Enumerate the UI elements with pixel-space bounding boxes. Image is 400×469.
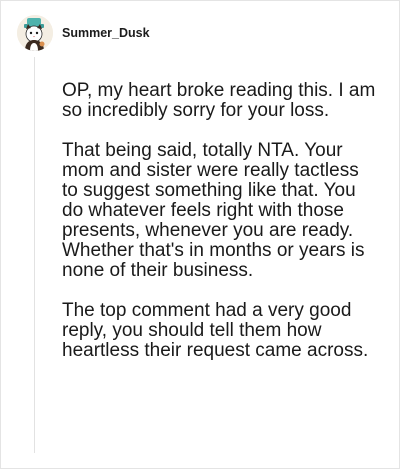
comment-card: Summer_Dusk OP, my heart broke reading t… xyxy=(0,0,400,469)
user-avatar[interactable] xyxy=(17,15,53,51)
comment-body: OP, my heart broke reading this. I am so… xyxy=(62,81,378,381)
author-username[interactable]: Summer_Dusk xyxy=(62,26,150,40)
thread-line[interactable] xyxy=(34,57,35,453)
comment-paragraph-1: OP, my heart broke reading this. I am so… xyxy=(62,80,376,121)
comment-paragraph-2: That being said, totally NTA. Your mom a… xyxy=(62,140,365,281)
comment-paragraph-3: The top comment had a very good reply, y… xyxy=(62,300,369,361)
cat-avatar-icon xyxy=(17,15,53,51)
